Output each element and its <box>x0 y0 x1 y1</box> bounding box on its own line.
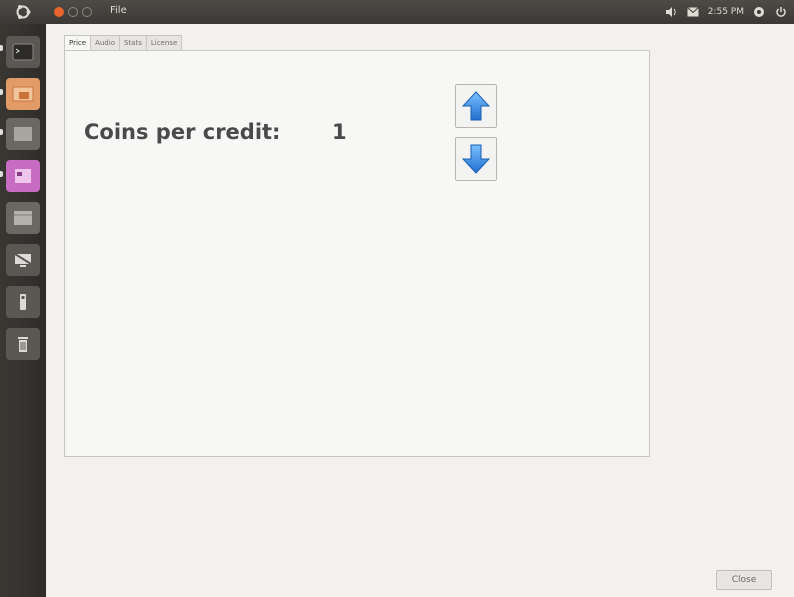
ubuntu-logo-icon[interactable] <box>14 3 32 21</box>
volume-icon[interactable] <box>664 5 678 19</box>
tab-license[interactable]: License <box>145 35 183 51</box>
close-button[interactable]: Close <box>716 570 772 590</box>
launcher-running-indicator <box>0 171 3 177</box>
coins-per-credit-value: 1 <box>332 120 347 144</box>
menu-file[interactable]: File <box>110 5 127 16</box>
arrow-down-icon <box>462 144 490 174</box>
app-icon[interactable] <box>6 118 40 150</box>
photos-icon[interactable] <box>6 78 40 110</box>
increase-button[interactable] <box>455 84 497 128</box>
power-icon[interactable] <box>774 5 788 19</box>
files-icon[interactable] <box>6 202 40 234</box>
clock[interactable]: 2:55 PM <box>708 7 744 17</box>
window-minimize-button[interactable] <box>68 7 78 17</box>
mail-icon[interactable] <box>686 5 700 19</box>
coins-per-credit-label: Coins per credit: <box>84 120 281 144</box>
settings-icon[interactable] <box>752 5 766 19</box>
price-panel <box>64 50 650 457</box>
tab-price[interactable]: Price <box>64 35 92 51</box>
usb-icon[interactable] <box>6 286 40 318</box>
tab-bar: Price Audio Stats License <box>64 35 183 51</box>
launcher-running-indicator <box>0 45 3 51</box>
decrease-button[interactable] <box>455 137 497 181</box>
launcher-running-indicator <box>0 89 3 95</box>
launcher-running-indicator <box>0 129 3 135</box>
trash-icon[interactable] <box>6 328 40 360</box>
arrow-up-icon <box>462 91 490 121</box>
display-icon[interactable] <box>6 244 40 276</box>
window-maximize-button[interactable] <box>82 7 92 17</box>
top-panel: File 2:55 PM <box>0 0 794 24</box>
tab-audio[interactable]: Audio <box>90 35 120 51</box>
terminal-icon[interactable] <box>6 36 40 68</box>
app-pink-icon[interactable] <box>6 160 40 192</box>
launcher <box>0 24 46 597</box>
system-tray: 2:55 PM <box>664 3 788 21</box>
window-close-button[interactable] <box>54 7 64 17</box>
tab-stats[interactable]: Stats <box>118 35 147 51</box>
